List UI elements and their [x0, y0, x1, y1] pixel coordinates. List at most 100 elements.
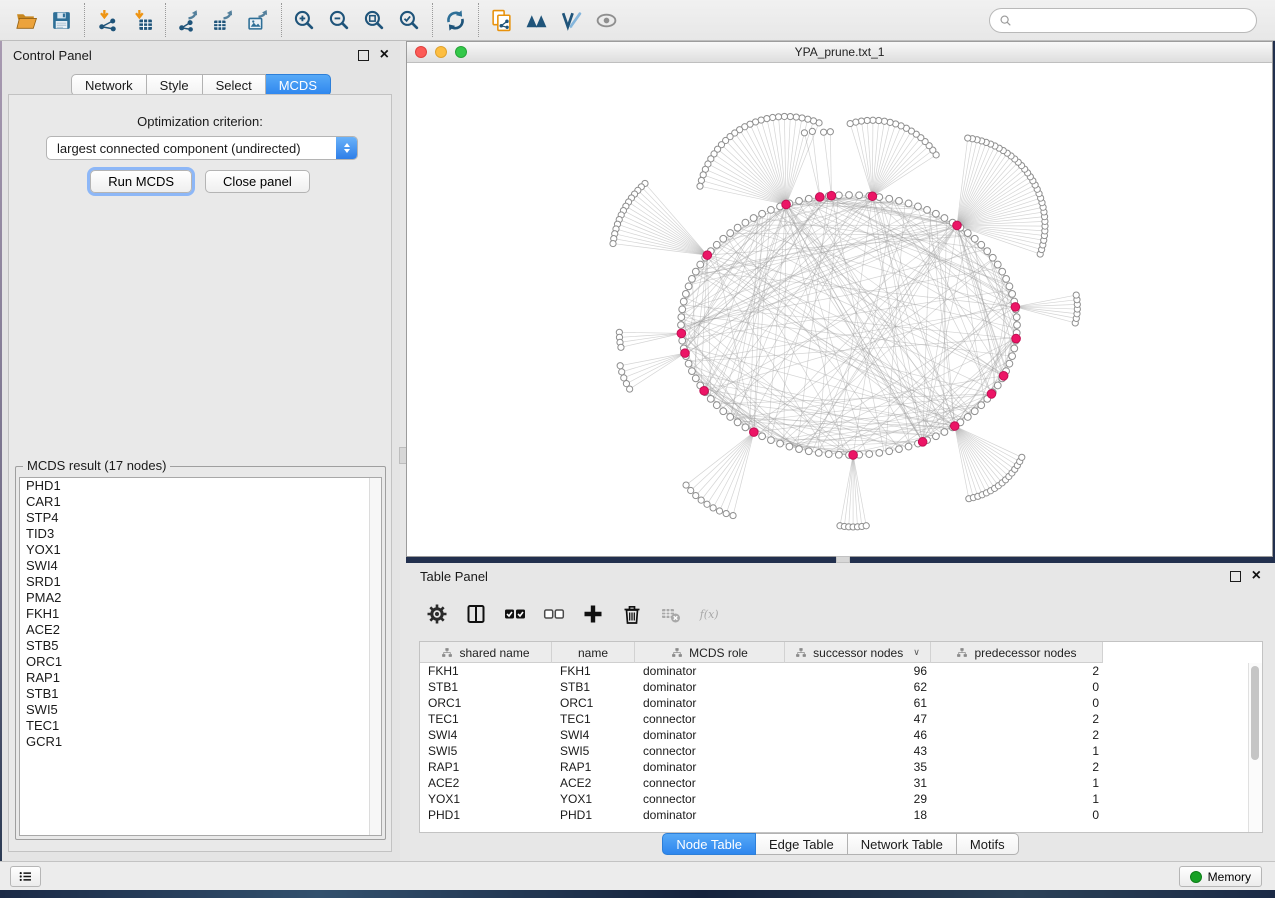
import-table-icon [131, 9, 154, 32]
mcds-result-item[interactable]: PHD1 [20, 478, 381, 494]
table-row[interactable]: SWI5SWI5connector431 [420, 743, 1262, 759]
refresh-button[interactable] [438, 4, 473, 36]
tab-mcds[interactable]: MCDS [266, 74, 331, 96]
table-row[interactable]: ACE2ACE2connector311 [420, 775, 1262, 791]
mcds-result-item[interactable]: STP4 [20, 510, 381, 526]
table-body: FKH1FKH1dominator962STB1STB1dominator620… [420, 663, 1262, 823]
cell-shared-name: STB1 [420, 680, 552, 694]
cell-predecessor-nodes: 1 [931, 744, 1103, 758]
table-row[interactable]: YOX1YOX1connector291 [420, 791, 1262, 807]
cell-predecessor-nodes: 1 [931, 792, 1103, 806]
network-canvas[interactable] [407, 62, 1272, 556]
duplicate-network-button[interactable] [484, 4, 519, 36]
search-input[interactable] [1018, 12, 1247, 28]
close-window-icon[interactable] [415, 46, 427, 58]
table-scrollbar-thumb[interactable] [1251, 666, 1259, 760]
column-label: MCDS role [689, 646, 748, 660]
run-mcds-button[interactable]: Run MCDS [90, 170, 192, 193]
table-row[interactable]: FKH1FKH1dominator962 [420, 663, 1262, 679]
attribute-type-icon [671, 647, 683, 659]
mcds-result-item[interactable]: SWI4 [20, 558, 381, 574]
tab-style[interactable]: Style [147, 74, 203, 96]
open-button[interactable] [9, 4, 44, 36]
add-row-button[interactable] [578, 599, 608, 629]
mcds-result-item[interactable]: FKH1 [20, 606, 381, 622]
optimization-criterion-select[interactable]: largest connected component (undirected) [46, 136, 358, 160]
zoom-in-button[interactable] [287, 4, 322, 36]
column-header-name[interactable]: name [552, 642, 635, 663]
gear-button[interactable] [422, 599, 452, 629]
zoom-selected-button[interactable] [392, 4, 427, 36]
export-network-button[interactable] [171, 4, 206, 36]
mcds-result-item[interactable]: STB1 [20, 686, 381, 702]
mcds-result-item[interactable]: ACE2 [20, 622, 381, 638]
close-panel-icon[interactable]: × [380, 48, 389, 62]
columns-button[interactable] [461, 599, 491, 629]
mcds-result-item[interactable]: STB5 [20, 638, 381, 654]
minimize-window-icon[interactable] [435, 46, 447, 58]
mcds-list-scrollbar[interactable] [369, 478, 381, 835]
table-row[interactable]: ORC1ORC1dominator610 [420, 695, 1262, 711]
import-network-button[interactable] [90, 4, 125, 36]
function-icon [699, 603, 721, 625]
attribute-type-icon [795, 647, 807, 659]
task-history-button[interactable] [10, 866, 41, 887]
toolbar-group [281, 3, 432, 37]
mcds-result-groupbox: MCDS result (17 nodes) PHD1CAR1STP4TID3Y… [15, 466, 386, 840]
tab-edge-table[interactable]: Edge Table [756, 833, 848, 855]
table-panel-title: Table Panel [420, 569, 488, 584]
column-header-successor-nodes[interactable]: successor nodes∨ [785, 642, 931, 663]
tab-motifs[interactable]: Motifs [957, 833, 1019, 855]
zoom-out-button[interactable] [322, 4, 357, 36]
binoculars-button[interactable] [519, 4, 554, 36]
delete-button[interactable] [617, 599, 647, 629]
maximize-window-icon[interactable] [455, 46, 467, 58]
table-row[interactable]: TEC1TEC1connector472 [420, 711, 1262, 727]
column-header-MCDS-role[interactable]: MCDS role [635, 642, 785, 663]
table-scrollbar[interactable] [1248, 663, 1262, 832]
search-box[interactable] [989, 8, 1257, 33]
mcds-result-item[interactable]: RAP1 [20, 670, 381, 686]
mcds-result-item[interactable]: GCR1 [20, 734, 381, 750]
close-panel-button[interactable]: Close panel [205, 170, 310, 193]
deselect-all-button[interactable] [539, 599, 569, 629]
column-header-predecessor-nodes[interactable]: predecessor nodes [931, 642, 1103, 663]
memory-button[interactable]: Memory [1179, 866, 1262, 887]
eye-button[interactable] [589, 4, 624, 36]
mcds-result-item[interactable]: YOX1 [20, 542, 381, 558]
tab-network[interactable]: Network [71, 74, 147, 96]
save-button[interactable] [44, 4, 79, 36]
column-header-shared-name[interactable]: shared name [420, 642, 552, 663]
table-panel: Table Panel × shared namename MCDS role su… [406, 563, 1275, 861]
float-panel-icon[interactable] [358, 50, 369, 61]
mcds-result-item[interactable]: PMA2 [20, 590, 381, 606]
tab-network-table[interactable]: Network Table [848, 833, 957, 855]
horizontal-splitter-handle[interactable] [836, 556, 850, 563]
tab-select[interactable]: Select [203, 74, 266, 96]
mcds-result-list[interactable]: PHD1CAR1STP4TID3YOX1SWI4SRD1PMA2FKH1ACE2… [19, 477, 382, 836]
close-table-panel-icon[interactable]: × [1252, 569, 1261, 583]
select-all-button[interactable] [500, 599, 530, 629]
cell-mcds-role: connector [635, 792, 785, 806]
zoom-fit-button[interactable] [357, 4, 392, 36]
mcds-result-item[interactable]: CAR1 [20, 494, 381, 510]
vizmapper-button[interactable] [554, 4, 589, 36]
dropdown-stepper-icon [336, 137, 357, 159]
table-row[interactable]: RAP1RAP1dominator352 [420, 759, 1262, 775]
float-table-panel-icon[interactable] [1230, 571, 1241, 582]
mcds-result-item[interactable]: TEC1 [20, 718, 381, 734]
export-image-button[interactable] [241, 4, 276, 36]
mcds-result-item[interactable]: ORC1 [20, 654, 381, 670]
table-row[interactable]: PHD1PHD1dominator180 [420, 807, 1262, 823]
zoom-in-icon [293, 9, 316, 32]
mcds-result-item[interactable]: SRD1 [20, 574, 381, 590]
import-table-button[interactable] [125, 4, 160, 36]
mcds-result-item[interactable]: SWI5 [20, 702, 381, 718]
export-table-button[interactable] [206, 4, 241, 36]
table-row[interactable]: STB1STB1dominator620 [420, 679, 1262, 695]
table-row[interactable]: SWI4SWI4dominator462 [420, 727, 1262, 743]
tab-node-table[interactable]: Node Table [662, 833, 756, 855]
selected-criterion: largest connected component (undirected) [57, 141, 301, 156]
mcds-result-item[interactable]: TID3 [20, 526, 381, 542]
refresh-icon [444, 9, 467, 32]
